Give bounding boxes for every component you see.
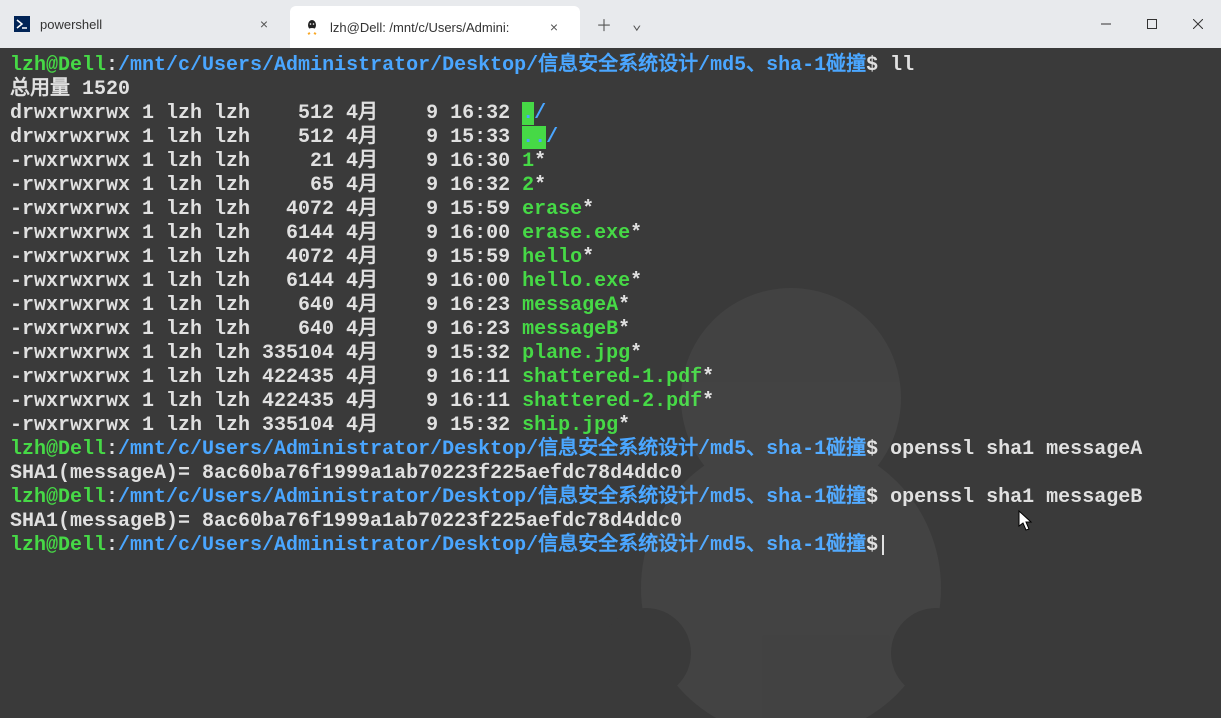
listing-row: drwxrwxrwx 1 lzh lzh 512 4月 9 16:32 ./ [10, 102, 1211, 126]
listing-row: -rwxrwxrwx 1 lzh lzh 422435 4月 9 16:11 s… [10, 390, 1211, 414]
powershell-icon [14, 16, 30, 32]
titlebar: powershell × lzh@Dell: /mnt/c/Users/Admi… [0, 0, 1221, 48]
prompt-line: lzh@Dell:/mnt/c/Users/Administrator/Desk… [10, 534, 1211, 558]
listing-row: -rwxrwxrwx 1 lzh lzh 335104 4月 9 15:32 p… [10, 342, 1211, 366]
listing-row: -rwxrwxrwx 1 lzh lzh 640 4月 9 16:23 mess… [10, 294, 1211, 318]
listing-row: -rwxrwxrwx 1 lzh lzh 21 4月 9 16:30 1* [10, 150, 1211, 174]
listing-row: -rwxrwxrwx 1 lzh lzh 6144 4月 9 16:00 hel… [10, 270, 1211, 294]
listing-row: -rwxrwxrwx 1 lzh lzh 640 4月 9 16:23 mess… [10, 318, 1211, 342]
tab-wsl[interactable]: lzh@Dell: /mnt/c/Users/Admini: × [290, 6, 580, 48]
close-icon[interactable]: × [542, 19, 566, 35]
listing-row: drwxrwxrwx 1 lzh lzh 512 4月 9 15:33 ../ [10, 126, 1211, 150]
prompt-line: lzh@Dell:/mnt/c/Users/Administrator/Desk… [10, 54, 1211, 78]
cursor [882, 535, 884, 555]
prompt-line: lzh@Dell:/mnt/c/Users/Administrator/Desk… [10, 438, 1211, 462]
listing-row: -rwxrwxrwx 1 lzh lzh 65 4月 9 16:32 2* [10, 174, 1211, 198]
listing-row: -rwxrwxrwx 1 lzh lzh 335104 4月 9 15:32 s… [10, 414, 1211, 438]
terminal-pane[interactable]: lzh@Dell:/mnt/c/Users/Administrator/Desk… [0, 48, 1221, 718]
window-controls [1083, 0, 1221, 48]
tab-powershell[interactable]: powershell × [0, 0, 290, 48]
tab-label: lzh@Dell: /mnt/c/Users/Admini: [330, 20, 532, 35]
tab-controls: ＋ ⌄ [580, 0, 658, 48]
tab-dropdown-button[interactable]: ⌄ [624, 10, 650, 38]
minimize-button[interactable] [1083, 8, 1129, 40]
prompt-line: lzh@Dell:/mnt/c/Users/Administrator/Desk… [10, 486, 1211, 510]
output-line: SHA1(messageA)= 8ac60ba76f1999a1ab70223f… [10, 462, 1211, 486]
tux-icon [304, 19, 320, 35]
listing-row: -rwxrwxrwx 1 lzh lzh 422435 4月 9 16:11 s… [10, 366, 1211, 390]
close-icon[interactable]: × [252, 16, 276, 32]
listing-row: -rwxrwxrwx 1 lzh lzh 6144 4月 9 16:00 era… [10, 222, 1211, 246]
listing-row: -rwxrwxrwx 1 lzh lzh 4072 4月 9 15:59 hel… [10, 246, 1211, 270]
new-tab-button[interactable]: ＋ [588, 8, 620, 40]
listing-row: -rwxrwxrwx 1 lzh lzh 4072 4月 9 15:59 era… [10, 198, 1211, 222]
maximize-button[interactable] [1129, 8, 1175, 40]
close-button[interactable] [1175, 8, 1221, 40]
output-line: SHA1(messageB)= 8ac60ba76f1999a1ab70223f… [10, 510, 1211, 534]
tab-label: powershell [40, 17, 242, 32]
output-line: 总用量 1520 [10, 78, 1211, 102]
